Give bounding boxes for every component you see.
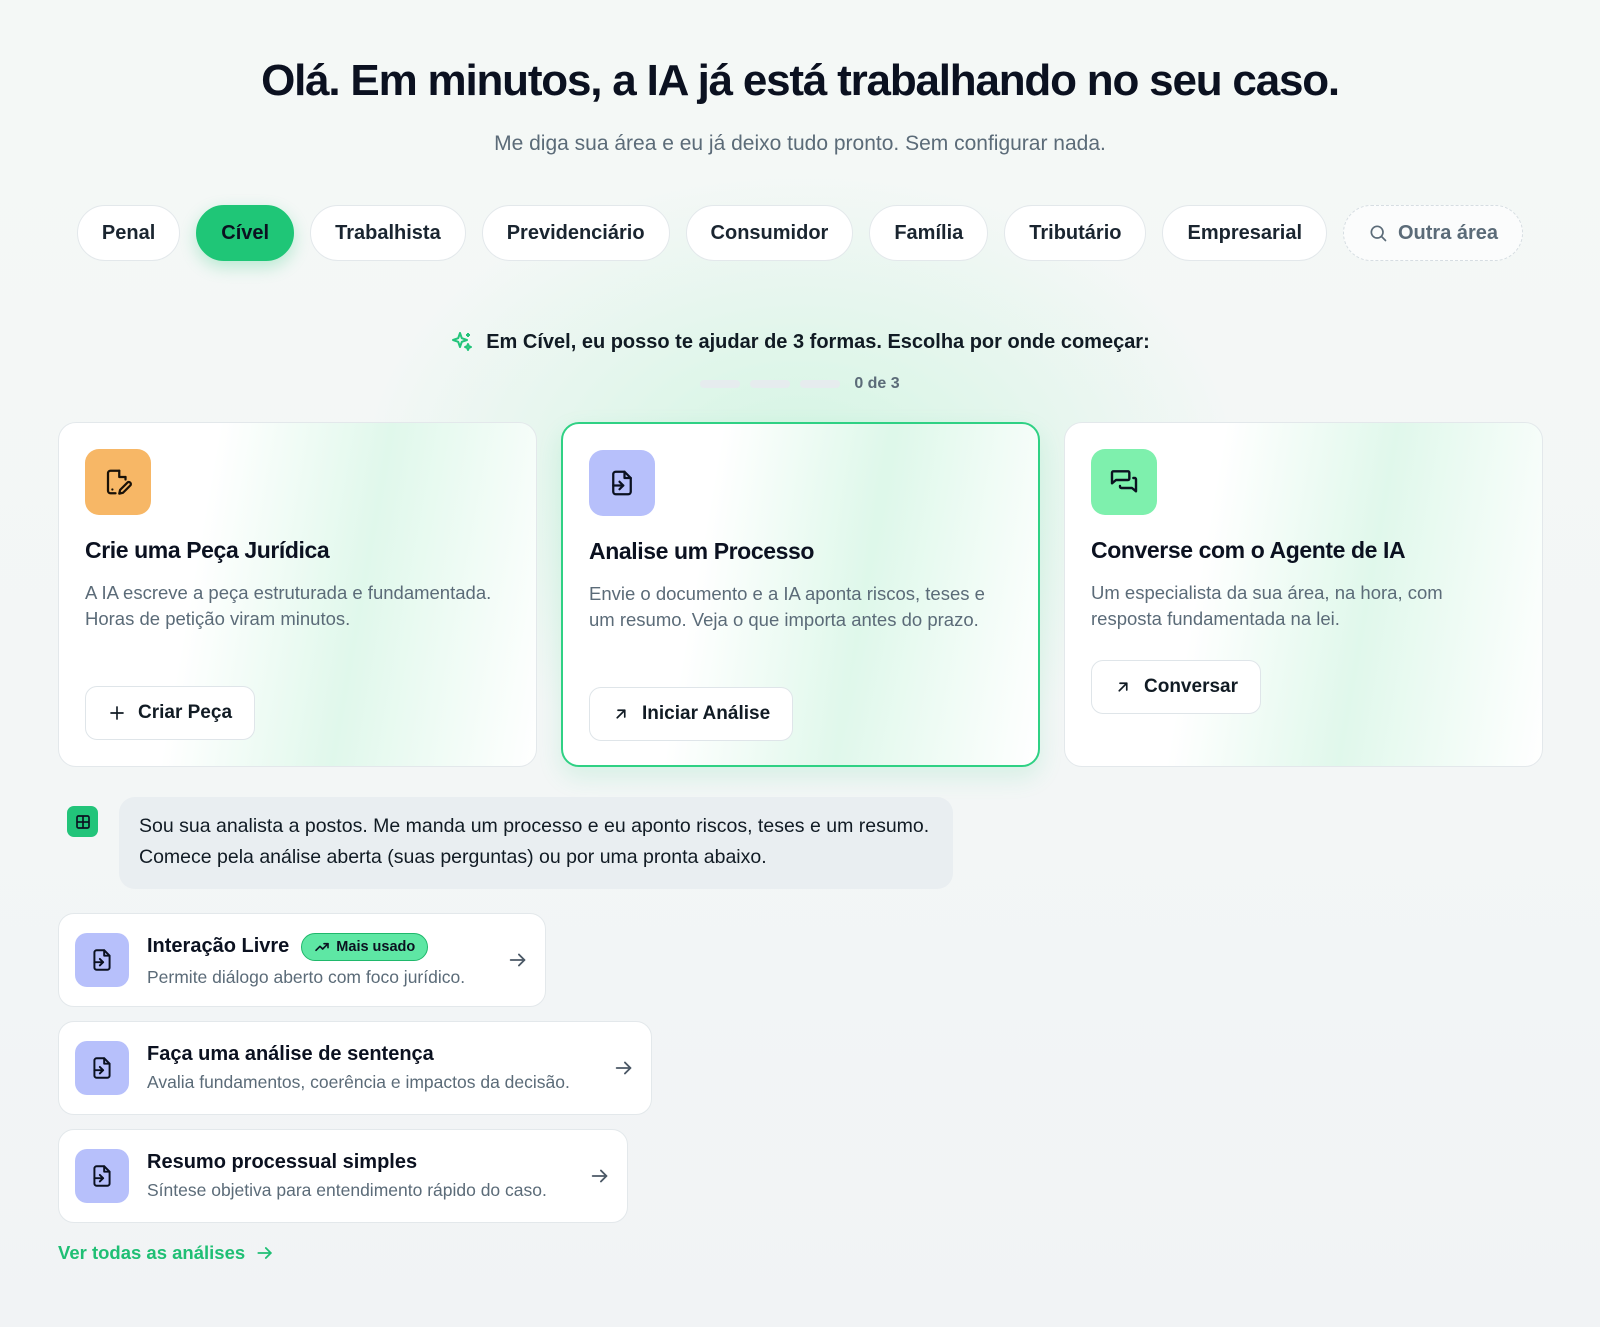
analysis-title: Interação Livre bbox=[147, 935, 290, 957]
trending-up-icon bbox=[314, 939, 330, 955]
progress-segment bbox=[700, 380, 741, 388]
create-document-button[interactable]: Criar Peça bbox=[85, 686, 256, 740]
analysis-option-free-interaction[interactable]: Interação Livre Mais usado Permite diálo… bbox=[58, 913, 546, 1007]
progress-segment bbox=[750, 380, 791, 388]
area-chip-consumidor[interactable]: Consumidor bbox=[685, 205, 854, 261]
file-import-icon bbox=[75, 933, 129, 987]
arrow-up-right-icon bbox=[612, 705, 630, 723]
button-label: Conversar bbox=[1144, 676, 1238, 697]
other-area-label: Outra área bbox=[1398, 221, 1499, 244]
area-chip-tributario[interactable]: Tributário bbox=[1004, 205, 1147, 261]
area-chip-civel[interactable]: Cível bbox=[196, 205, 295, 261]
file-import-icon bbox=[75, 1149, 129, 1203]
page-subtitle: Me diga sua área e eu já deixo tudo pron… bbox=[494, 132, 1106, 155]
file-import-icon bbox=[589, 450, 655, 516]
start-analysis-button[interactable]: Iniciar Análise bbox=[589, 687, 794, 741]
card-create-document[interactable]: Crie uma Peça Jurídica A IA escreve a pe… bbox=[58, 422, 537, 767]
see-all-analyses-link[interactable]: Ver todas as análises bbox=[58, 1242, 275, 1264]
area-chip-list: Penal Cível Trabalhista Previdenciário C… bbox=[0, 205, 1600, 261]
page-title: Olá. Em minutos, a IA já está trabalhand… bbox=[261, 56, 1340, 105]
area-prompt: Em Cível, eu posso te ajudar de 3 formas… bbox=[0, 330, 1600, 354]
button-label: Criar Peça bbox=[138, 702, 233, 723]
action-cards: Crie uma Peça Jurídica A IA escreve a pe… bbox=[58, 422, 1543, 767]
card-title: Crie uma Peça Jurídica bbox=[85, 537, 330, 563]
badge-label: Mais usado bbox=[336, 938, 416, 955]
progress-segment bbox=[800, 380, 841, 388]
analysis-title: Faça uma análise de sentença bbox=[147, 1043, 434, 1065]
progress-indicator: 0 de 3 bbox=[0, 375, 1600, 393]
analysis-option-sentence[interactable]: Faça uma análise de sentença Avalia fund… bbox=[58, 1021, 652, 1115]
sparkles-icon bbox=[450, 330, 474, 354]
analysis-subtitle: Permite diálogo aberto com foco jurídico… bbox=[147, 966, 466, 987]
plus-icon bbox=[108, 704, 126, 722]
analysis-subtitle: Avalia fundamentos, coerência e impactos… bbox=[147, 1072, 570, 1092]
area-chip-empresarial[interactable]: Empresarial bbox=[1162, 205, 1327, 261]
prompt-text: Em Cível, eu posso te ajudar de 3 formas… bbox=[486, 330, 1150, 353]
see-all-label: Ver todas as análises bbox=[58, 1242, 246, 1263]
area-chip-trabalhista[interactable]: Trabalhista bbox=[310, 205, 466, 261]
arrow-right-icon bbox=[613, 1057, 635, 1079]
progress-label: 0 de 3 bbox=[854, 375, 900, 392]
chat-icon bbox=[1091, 449, 1157, 515]
arrow-up-right-icon bbox=[1114, 678, 1132, 696]
analysis-subtitle: Síntese objetiva para entendimento rápid… bbox=[147, 1180, 547, 1200]
area-chip-previdenciario[interactable]: Previdenciário bbox=[481, 205, 670, 261]
area-chip-familia[interactable]: Família bbox=[869, 205, 989, 261]
card-analyze-process[interactable]: Analise um Processo Envie o documento e … bbox=[561, 422, 1040, 767]
search-icon bbox=[1368, 223, 1388, 243]
analysis-option-summary[interactable]: Resumo processual simples Síntese objeti… bbox=[58, 1129, 628, 1223]
card-description: Um especialista da sua área, na hora, co… bbox=[1091, 582, 1443, 629]
card-title: Converse com o Agente de IA bbox=[1091, 537, 1406, 563]
assistant-message: Sou sua analista a postos. Me manda um p… bbox=[119, 797, 953, 889]
card-chat-agent[interactable]: Converse com o Agente de IA Um especiali… bbox=[1064, 422, 1543, 767]
button-label: Iniciar Análise bbox=[642, 703, 771, 724]
file-edit-icon bbox=[85, 449, 151, 515]
analysis-title: Resumo processual simples bbox=[147, 1151, 418, 1173]
card-description: A IA escreve a peça estruturada e fundam… bbox=[85, 582, 492, 629]
most-used-badge: Mais usado bbox=[301, 932, 429, 961]
assistant-avatar bbox=[67, 806, 98, 837]
arrow-right-icon bbox=[507, 949, 529, 971]
card-title: Analise um Processo bbox=[589, 538, 815, 564]
chat-button[interactable]: Conversar bbox=[1091, 660, 1261, 714]
arrow-right-icon bbox=[255, 1243, 275, 1263]
card-description: Envie o documento e a IA aponta riscos, … bbox=[589, 583, 985, 630]
file-import-icon bbox=[75, 1041, 129, 1095]
other-area-search-chip[interactable]: Outra área bbox=[1343, 205, 1524, 261]
area-chip-penal[interactable]: Penal bbox=[76, 205, 181, 261]
arrow-right-icon bbox=[589, 1165, 611, 1187]
